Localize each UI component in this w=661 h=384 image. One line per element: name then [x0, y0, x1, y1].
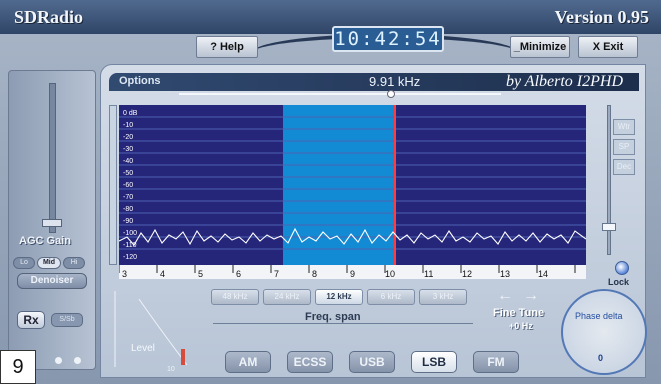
freq-tick-label: 6 [236, 269, 241, 279]
db-label: -30 [123, 146, 133, 153]
mode-lsb-button[interactable]: LSB [411, 351, 457, 373]
db-top-label: 0 dB [123, 110, 138, 117]
spectrum-area: 0 dB -10 -20 -30 -40 -50 -60 -70 -80 -90… [109, 105, 616, 279]
freq-tick-label: 10 [385, 269, 395, 279]
lock-toggle[interactable] [615, 261, 629, 275]
rx-button[interactable]: Rx [17, 311, 45, 329]
right-slider-track[interactable] [607, 105, 611, 255]
status-led [55, 357, 62, 364]
sub-band-button[interactable]: S/Sb [51, 313, 83, 327]
db-label: -60 [123, 182, 133, 189]
span-48khz-button[interactable]: 48 kHz [211, 289, 259, 305]
db-label: -10 [123, 122, 133, 129]
fine-tune-value: +0 Hz [509, 321, 533, 331]
status-led [74, 357, 82, 364]
freq-tick-label: 3 [122, 269, 127, 279]
db-label: -100 [123, 230, 137, 237]
options-menu[interactable]: Options [119, 75, 161, 87]
spectrum-display: 0 dB -10 -20 -30 -40 -50 -60 -70 -80 -90… [118, 105, 587, 279]
level-meter: 10 Level [109, 291, 201, 373]
db-label: -90 [123, 218, 133, 225]
db-label: -20 [123, 134, 133, 141]
freq-span-divider [213, 323, 473, 324]
agc-slider-track[interactable] [49, 83, 56, 233]
exit-button[interactable]: X Exit [578, 36, 638, 58]
title-bar: SDRadio Version 0.95 [0, 0, 661, 34]
freq-tick-label: 14 [538, 269, 548, 279]
phase-delta-label: Phase delta [575, 311, 623, 321]
sdradio-app: SDRadio Version 0.95 10:42:54 ? Help _Mi… [0, 0, 661, 384]
span-3khz-button[interactable]: 3 kHz [419, 289, 467, 305]
status-leds [55, 351, 95, 364]
figure-number-badge: 9 [0, 350, 36, 384]
tuning-marker[interactable] [387, 90, 395, 98]
level-mark: 10 [167, 366, 175, 373]
author-credit: by Alberto I2PHD [505, 73, 623, 90]
freq-tick-label: 7 [274, 269, 279, 279]
freq-span-label: Freq. span [305, 311, 361, 323]
level-arc: 10 [114, 291, 188, 373]
mode-fm-button[interactable]: FM [473, 351, 519, 373]
waterfall-button[interactable]: Wtr [613, 119, 635, 135]
agc-hi-button[interactable]: Hi [63, 257, 85, 269]
fine-tune-arrows[interactable]: ←→ [497, 287, 549, 305]
db-label: -110 [123, 242, 137, 249]
phase-delta-dial[interactable] [561, 289, 647, 375]
agc-label: AGC Gain [19, 235, 71, 247]
lock-label: Lock [608, 277, 630, 287]
agc-mid-button[interactable]: Mid [37, 257, 61, 269]
denoiser-button[interactable]: Denoiser [17, 273, 87, 289]
db-label: -80 [123, 206, 133, 213]
minimize-button[interactable]: _Minimize [510, 36, 570, 58]
app-title: SDRadio [14, 7, 84, 27]
agc-slider-thumb[interactable] [42, 219, 62, 227]
version-label: Version 0.95 [554, 7, 649, 27]
span-12khz-button[interactable]: 12 kHz [315, 289, 363, 305]
demod-mode-selector: AM ECSS USB LSB FM [225, 351, 525, 373]
db-label: -40 [123, 158, 133, 165]
level-label: Level [131, 343, 155, 354]
mode-usb-button[interactable]: USB [349, 351, 395, 373]
decoder-button[interactable]: Dec [613, 159, 635, 175]
freq-tick-label: 5 [198, 269, 203, 279]
options-bar: Options 9.91 kHz by Alberto I2PHD [109, 73, 639, 91]
help-button[interactable]: ? Help [196, 36, 258, 58]
spectrum-button[interactable]: SP [613, 139, 635, 155]
right-slider-thumb[interactable] [602, 223, 616, 231]
db-label: -70 [123, 194, 133, 201]
phase-delta-value: 0 [598, 353, 604, 363]
span-6khz-button[interactable]: 6 kHz [367, 289, 415, 305]
freq-tick-label: 4 [160, 269, 165, 279]
db-label: -120 [123, 254, 137, 261]
db-label: -50 [123, 170, 133, 177]
agc-lo-button[interactable]: Lo [13, 257, 35, 269]
span-24khz-button[interactable]: 24 kHz [263, 289, 311, 305]
freq-tick-label: 11 [424, 269, 433, 279]
mode-ecss-button[interactable]: ECSS [287, 351, 333, 373]
clock-display: 10:42:54 [332, 26, 444, 52]
left-control-panel: AGC Gain Lo Mid Hi Denoiser Rx S/Sb [8, 70, 96, 370]
freq-tick-label: 12 [462, 269, 472, 279]
tuning-line[interactable] [179, 93, 501, 95]
freq-span-selector: 48 kHz 24 kHz 12 kHz 6 kHz 3 kHz [211, 289, 471, 305]
freq-tick-label: 13 [500, 269, 510, 279]
main-panel: Options 9.91 kHz by Alberto I2PHD 0 dB -… [100, 64, 647, 378]
mode-am-button[interactable]: AM [225, 351, 271, 373]
freq-tick-label: 9 [350, 269, 355, 279]
fine-tune-label: Fine Tune [493, 307, 545, 319]
frequency-readout: 9.91 kHz [369, 74, 421, 89]
freq-tick-label: 8 [312, 269, 317, 279]
spectrum-left-slider[interactable] [109, 105, 117, 265]
